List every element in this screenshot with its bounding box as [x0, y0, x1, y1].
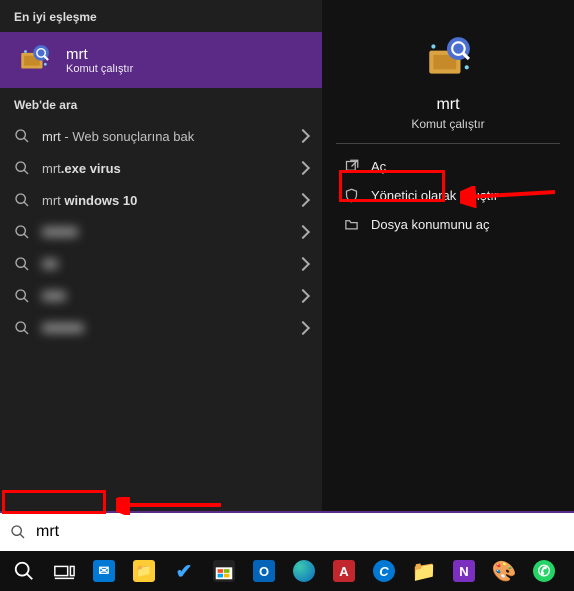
best-match-title: mrt: [66, 46, 133, 63]
chevron-right-icon: [296, 257, 310, 271]
mrt-app-icon: [14, 40, 54, 80]
result-text-blurred: [42, 321, 84, 336]
result-text-blurred: [42, 225, 78, 240]
mrt-app-icon-large: [419, 30, 477, 88]
taskbar-acrobat-icon[interactable]: A: [324, 551, 364, 591]
search-icon: [14, 224, 30, 240]
action-label: Aç: [371, 159, 386, 174]
best-match-subtitle: Komut çalıştır: [66, 63, 133, 75]
chevron-right-icon: [296, 193, 310, 207]
taskbar-paint-icon[interactable]: 🎨: [484, 551, 524, 591]
search-input[interactable]: [36, 523, 564, 541]
web-result-item[interactable]: [0, 280, 322, 312]
taskbar-onenote-icon[interactable]: N: [444, 551, 484, 591]
search-bar[interactable]: [0, 511, 574, 551]
chevron-right-icon: [296, 225, 310, 239]
preview-subtitle: Komut çalıştır: [322, 117, 574, 131]
search-icon: [14, 320, 30, 336]
web-result-item[interactable]: mrt - Web sonuçlarına bak: [0, 120, 322, 152]
result-text: mrt windows 10: [42, 193, 137, 208]
action-open-location[interactable]: Dosya konumunu aç: [322, 210, 574, 239]
taskbar-edge-icon[interactable]: [284, 551, 324, 591]
taskbar-explorer-icon[interactable]: 📁: [124, 551, 164, 591]
result-text: mrt - Web sonuçlarına bak: [42, 129, 194, 144]
best-match-item[interactable]: mrt Komut çalıştır: [0, 32, 322, 88]
taskbar-store-icon[interactable]: [204, 551, 244, 591]
preview-title: mrt: [322, 96, 574, 114]
search-results-panel: En iyi eşleşme mrt Komut çalıştır Web'de…: [0, 0, 322, 511]
chevron-right-icon: [296, 129, 310, 143]
search-icon: [14, 288, 30, 304]
web-result-item[interactable]: [0, 312, 322, 344]
web-result-item[interactable]: [0, 248, 322, 280]
chevron-right-icon: [296, 161, 310, 175]
annotation-arrow: [460, 186, 560, 208]
search-icon: [14, 192, 30, 208]
taskbar-calendar-icon[interactable]: C: [364, 551, 404, 591]
result-text-blurred: [42, 289, 66, 304]
search-icon: [10, 524, 26, 540]
taskbar-folder-icon[interactable]: 📁: [404, 551, 444, 591]
best-match-header: En iyi eşleşme: [0, 0, 322, 32]
folder-icon: [344, 217, 359, 232]
result-text: mrt.exe virus: [42, 161, 121, 176]
taskbar-search-button[interactable]: [4, 551, 44, 591]
taskbar: ✉ 📁 ✔ O A C 📁 N 🎨 ✆: [0, 551, 574, 591]
divider: [336, 143, 560, 144]
annotation-arrow: [116, 497, 226, 515]
taskbar-mail-icon[interactable]: ✉: [84, 551, 124, 591]
result-text-blurred: [42, 257, 58, 272]
web-result-item[interactable]: mrt.exe virus: [0, 152, 322, 184]
preview-panel: mrt Komut çalıştır Aç Yönetici olarak ça…: [322, 0, 574, 511]
search-icon: [14, 256, 30, 272]
action-open[interactable]: Aç: [322, 152, 574, 181]
web-result-item[interactable]: [0, 216, 322, 248]
web-result-item[interactable]: mrt windows 10: [0, 184, 322, 216]
chevron-right-icon: [296, 289, 310, 303]
chevron-right-icon: [296, 321, 310, 335]
action-label: Dosya konumunu aç: [371, 217, 490, 232]
taskbar-whatsapp-icon[interactable]: ✆: [524, 551, 564, 591]
shield-icon: [344, 188, 359, 203]
web-search-header: Web'de ara: [0, 88, 322, 120]
taskbar-outlook-icon[interactable]: O: [244, 551, 284, 591]
taskbar-task-view[interactable]: [44, 551, 84, 591]
search-icon: [14, 160, 30, 176]
open-icon: [344, 159, 359, 174]
taskbar-todo-icon[interactable]: ✔: [164, 551, 204, 591]
search-icon: [14, 128, 30, 144]
